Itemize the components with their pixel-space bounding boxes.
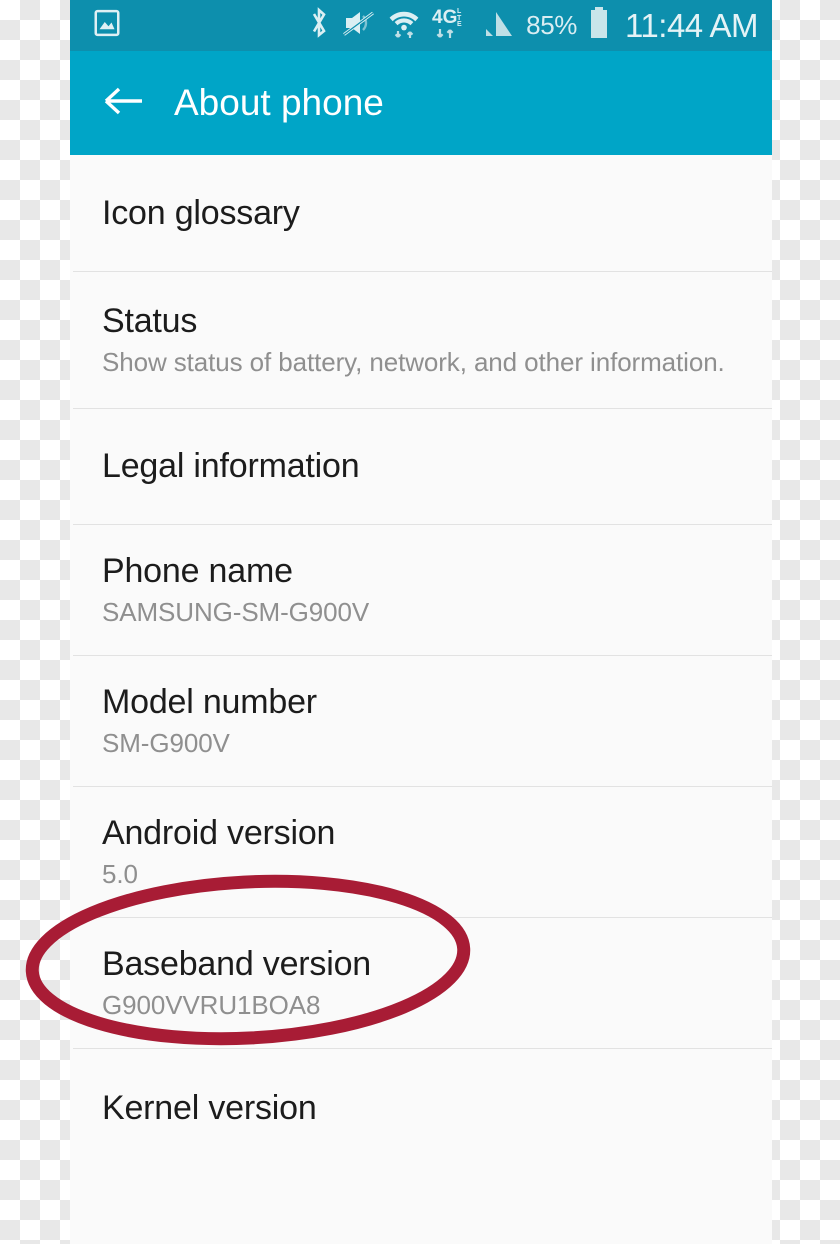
list-item-subtitle: 5.0 — [102, 859, 138, 890]
list-item-subtitle: SM-G900V — [102, 728, 230, 759]
list-item-title: Baseband version — [102, 944, 371, 983]
status-bar-left-icons — [92, 8, 122, 43]
list-item-subtitle: SAMSUNG-SM-G900V — [102, 597, 370, 628]
list-item-android-version[interactable]: Android version 5.0 — [70, 785, 772, 917]
list-item-subtitle: Show status of battery, network, and oth… — [102, 347, 725, 378]
image-picture-icon — [92, 8, 122, 43]
list-item-status[interactable]: Status Show status of battery, network, … — [70, 271, 772, 409]
list-item-baseband-version[interactable]: Baseband version G900VVRU1BOA8 — [70, 916, 772, 1048]
back-button[interactable] — [102, 81, 146, 125]
svg-text:L: L — [457, 8, 462, 15]
status-bar-clock: 11:44 AM — [625, 6, 758, 44]
svg-text:E: E — [457, 21, 462, 28]
svg-text:4G: 4G — [432, 7, 457, 28]
about-phone-list: Icon glossary Status Show status of batt… — [70, 155, 772, 1128]
back-arrow-icon — [102, 84, 146, 123]
list-item-legal-information[interactable]: Legal information — [70, 408, 772, 525]
status-bar: 4G L T E 85% 11:44 AM — [70, 0, 772, 51]
battery-icon — [588, 6, 610, 45]
list-item-title: Status — [102, 302, 198, 341]
4g-lte-icon: 4G L T E — [432, 5, 472, 46]
screenshot-canvas: 4G L T E 85% 11:44 AM About phone Icon g… — [0, 0, 840, 1244]
list-item-title: Kernel version — [102, 1088, 317, 1127]
list-item-icon-glossary[interactable]: Icon glossary — [70, 155, 772, 272]
list-item-title: Legal information — [102, 447, 360, 486]
list-item-title: Android version — [102, 813, 336, 852]
wifi-icon — [387, 5, 421, 46]
list-item-title: Phone name — [102, 552, 293, 591]
bluetooth-icon — [307, 6, 331, 45]
list-item-kernel-version[interactable]: Kernel version — [70, 1047, 772, 1128]
list-item-phone-name[interactable]: Phone name SAMSUNG-SM-G900V — [70, 524, 772, 656]
cellular-signal-icon — [483, 7, 515, 44]
list-item-title: Model number — [102, 683, 317, 722]
status-bar-right-icons: 4G L T E 85% 11:44 AM — [307, 5, 758, 46]
list-item-subtitle: G900VVRU1BOA8 — [102, 989, 321, 1020]
battery-percent-label: 85% — [526, 10, 578, 40]
page-title: About phone — [174, 82, 384, 123]
list-item-model-number[interactable]: Model number SM-G900V — [70, 655, 772, 786]
app-toolbar: About phone — [70, 51, 772, 155]
mute-vibrate-off-icon — [342, 7, 376, 44]
phone-screen: 4G L T E 85% 11:44 AM About phone Icon g… — [70, 0, 772, 1244]
list-item-title: Icon glossary — [102, 194, 300, 232]
